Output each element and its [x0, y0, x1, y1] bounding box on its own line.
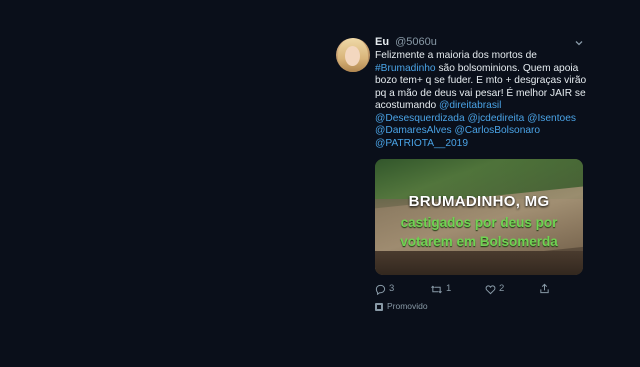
- heart-icon: [485, 284, 496, 294]
- mention-link[interactable]: @direitabrasil: [439, 100, 501, 111]
- reply-icon: [375, 284, 386, 295]
- mention-link[interactable]: @CarlosBolsonaro: [454, 125, 540, 136]
- share-button[interactable]: [539, 282, 550, 296]
- promoted-label[interactable]: Promovido: [375, 300, 428, 312]
- display-name[interactable]: Eu: [375, 36, 389, 48]
- like-count: 2: [499, 283, 505, 294]
- tweet-text: Felizmente a maioria dos mortos de #Brum…: [375, 50, 587, 150]
- avatar[interactable]: [336, 38, 370, 72]
- retweet-icon: [431, 285, 442, 293]
- tweet-actions: 3 1 2: [375, 282, 585, 296]
- media-foreground: [375, 251, 583, 275]
- mention-link[interactable]: @Isentoes: [527, 113, 576, 124]
- user-handle[interactable]: @5060u: [395, 36, 437, 48]
- mention-link[interactable]: @DamaresAlves: [375, 125, 452, 136]
- mention-link[interactable]: @jcdedireita: [467, 113, 524, 124]
- mention-link[interactable]: @Desesquerdizada: [375, 113, 465, 124]
- reply-count: 3: [389, 283, 395, 294]
- promoted-text: Promovido: [387, 301, 428, 311]
- promoted-icon: [375, 302, 383, 311]
- like-button[interactable]: 2: [485, 282, 504, 296]
- avatar-face: [345, 46, 360, 66]
- retweet-count: 1: [446, 283, 452, 294]
- tweet-text-segment: Felizmente a maioria dos mortos de: [375, 50, 537, 61]
- media-caption-subtitle: castigados por deus por votarem em Bolso…: [400, 215, 558, 249]
- mention-link[interactable]: @PATRIOTA__2019: [375, 138, 468, 149]
- retweet-button[interactable]: 1: [430, 282, 451, 296]
- tweet-header: Eu @5060u: [375, 34, 595, 50]
- hashtag-link[interactable]: #Brumadinho: [375, 63, 436, 74]
- tweet-media-image[interactable]: BRUMADINHO, MG castigados por deus por v…: [375, 159, 583, 275]
- media-caption-title: BRUMADINHO, MG: [408, 193, 550, 210]
- share-icon: [540, 283, 549, 294]
- chevron-down-icon[interactable]: [574, 38, 584, 48]
- reply-button[interactable]: 3: [375, 282, 394, 296]
